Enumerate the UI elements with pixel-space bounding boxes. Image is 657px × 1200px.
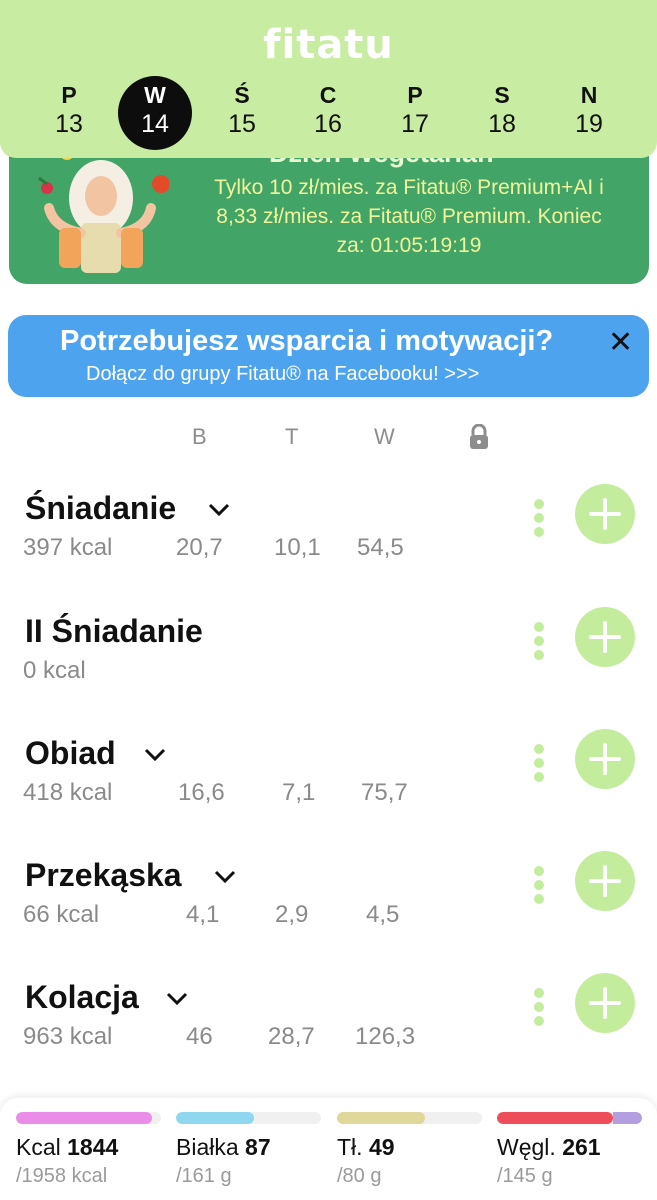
kcal-progress-bar — [16, 1112, 161, 1124]
meal-name[interactable]: Obiad — [25, 735, 116, 772]
meal-name[interactable]: II Śniadanie — [25, 613, 203, 650]
more-options-icon[interactable] — [529, 498, 549, 538]
add-food-button[interactable] — [575, 484, 635, 544]
more-options-icon[interactable] — [529, 621, 549, 661]
meal-name[interactable]: Kolacja — [25, 979, 139, 1016]
day-sun[interactable]: N 19 — [552, 80, 626, 154]
app-header: fitatu P 13 W 14 Ś 15 C 16 P 17 S 18 N 19 — [0, 0, 657, 158]
day-mon[interactable]: P 13 — [32, 80, 106, 154]
more-options-icon[interactable] — [529, 743, 549, 783]
meal-name[interactable]: Śniadanie — [25, 490, 176, 527]
meal-carbs: 4,5 — [366, 901, 400, 928]
vegetarian-illustration — [38, 148, 169, 273]
meal-kcal: 418 kcal — [23, 779, 113, 806]
add-food-button[interactable] — [575, 729, 635, 789]
add-food-button[interactable] — [575, 973, 635, 1033]
summary-protein: Białka 87 /161 g — [176, 1112, 321, 1188]
chevron-down-icon[interactable] — [142, 741, 168, 767]
summary-kcal: Kcal 1844 /1958 kcal — [16, 1112, 161, 1188]
carbs-progress-bar — [497, 1112, 642, 1124]
chevron-down-icon[interactable] — [206, 496, 232, 522]
fat-progress-bar — [337, 1112, 482, 1124]
summary-carbs: Węgl. 261 /145 g — [497, 1112, 642, 1188]
chevron-down-icon[interactable] — [212, 863, 238, 889]
meal-fat: 10,1 — [274, 534, 321, 561]
meal-row[interactable]: Obiad 418 kcal 16,6 7,1 75,7 — [0, 729, 657, 845]
meal-kcal: 0 kcal — [23, 657, 86, 684]
meal-row[interactable]: II Śniadanie 0 kcal — [0, 607, 657, 723]
meal-protein: 16,6 — [178, 779, 225, 806]
column-protein: B — [192, 424, 207, 449]
meal-row[interactable]: Przekąska 66 kcal 4,1 2,9 4,5 — [0, 851, 657, 967]
protein-progress-bar — [176, 1112, 321, 1124]
promo-text: Tylko 10 zł/mies. za Fitatu® Premium+AI … — [214, 176, 604, 257]
add-food-button[interactable] — [575, 607, 635, 667]
meal-row[interactable]: Kolacja 963 kcal 46 28,7 126,3 — [0, 973, 657, 1089]
meal-kcal: 66 kcal — [23, 901, 100, 928]
daily-summary-panel[interactable]: Kcal 1844 /1958 kcal Białka 87 /161 g Tł… — [0, 1098, 657, 1200]
meal-fat: 2,9 — [275, 901, 309, 928]
meal-fat: 28,7 — [268, 1023, 315, 1050]
meal-protein: 46 — [186, 1023, 213, 1050]
meal-carbs: 75,7 — [361, 779, 408, 806]
add-food-button[interactable] — [575, 851, 635, 911]
fitatu-logo: fitatu — [263, 22, 394, 68]
meal-name[interactable]: Przekąska — [25, 857, 182, 894]
meal-fat: 7,1 — [282, 779, 316, 806]
meal-row[interactable]: Śniadanie 397 kcal 20,7 10,1 54,5 — [0, 484, 657, 600]
meal-protein: 20,7 — [176, 534, 223, 561]
meal-kcal: 397 kcal — [23, 534, 113, 561]
day-fri[interactable]: P 17 — [378, 80, 452, 154]
summary-fat: Tł. 49 /80 g — [337, 1112, 482, 1188]
close-icon[interactable]: ✕ — [608, 325, 633, 360]
chevron-down-icon[interactable] — [164, 985, 190, 1011]
facebook-group-banner[interactable]: Potrzebujesz wsparcia i motywacji? Dołąc… — [8, 315, 649, 397]
column-fat: T — [285, 424, 299, 449]
day-sat[interactable]: S 18 — [465, 80, 539, 154]
facebook-banner-title: Potrzebujesz wsparcia i motywacji? — [60, 325, 554, 357]
meal-kcal: 963 kcal — [23, 1023, 113, 1050]
more-options-icon[interactable] — [529, 865, 549, 905]
column-carbs: W — [374, 424, 395, 449]
carbs-overflow-bar — [613, 1112, 642, 1124]
meal-protein: 4,1 — [186, 901, 220, 928]
facebook-banner-link[interactable]: Dołącz do grupy Fitatu® na Facebooku! >>… — [86, 363, 479, 386]
more-options-icon[interactable] — [529, 987, 549, 1027]
meal-carbs: 54,5 — [357, 534, 404, 561]
day-wed[interactable]: Ś 15 — [205, 80, 279, 154]
lock-icon[interactable] — [468, 424, 490, 450]
day-thu[interactable]: C 16 — [291, 80, 365, 154]
day-tue-selected[interactable]: W 14 — [118, 76, 192, 150]
meal-carbs: 126,3 — [355, 1023, 416, 1050]
